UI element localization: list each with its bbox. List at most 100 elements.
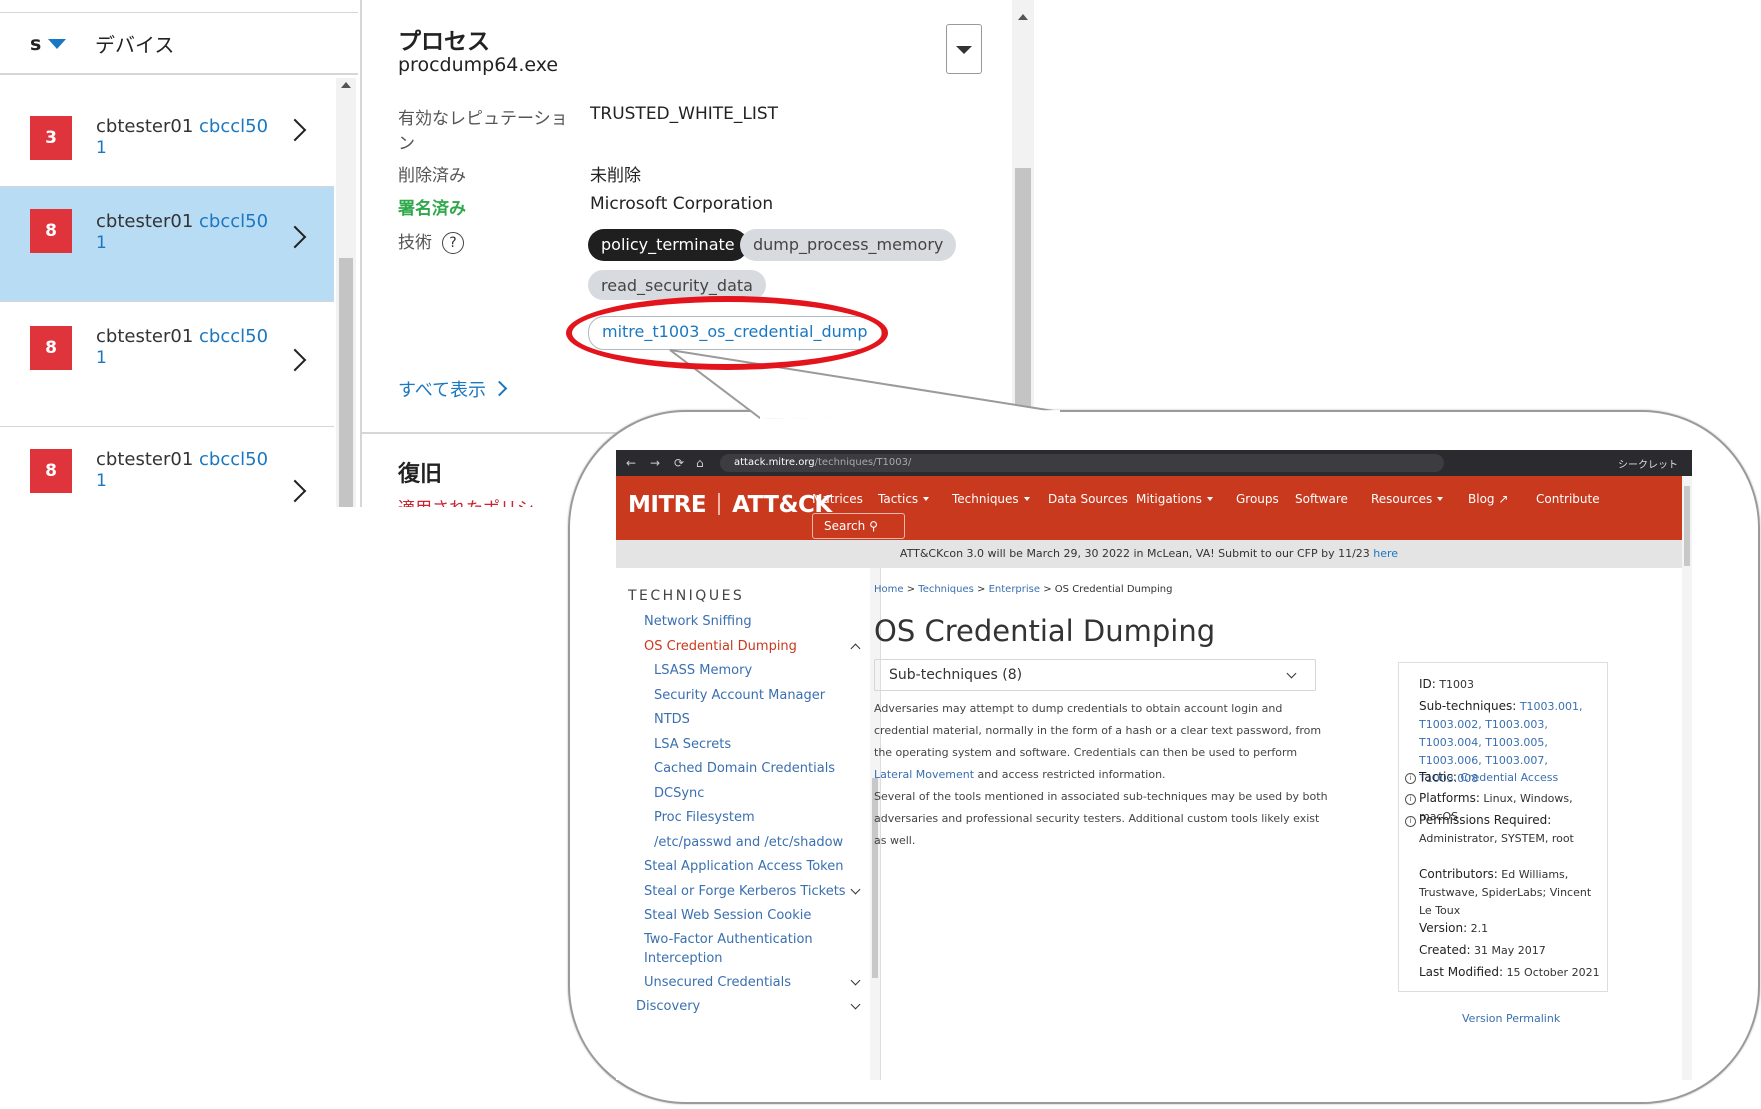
device-count: 1 [96,348,107,368]
description-paragraph-2: Several of the tools mentioned in associ… [874,790,1328,847]
card-version: Version: 2.1 [1419,921,1489,935]
card-tactic: Tactic: Credential Access [1419,770,1559,784]
breadcrumb-enterprise[interactable]: Enterprise [989,584,1040,595]
sidebar-subitem[interactable]: /etc/passwd and /etc/shadow [654,835,843,850]
chevron-down-icon[interactable] [850,975,861,986]
lateral-movement-link[interactable]: Lateral Movement [874,768,974,781]
sidebar-item[interactable]: Steal Web Session Cookie [644,908,811,923]
sidebar-subitem[interactable]: LSASS Memory [654,663,752,678]
device-column-header[interactable]: デバイス [95,29,174,58]
browser-toolbar: ← → ⟳ ⌂ attack.mitre.org/techniques/T100… [616,450,1692,476]
device-row[interactable]: 3 cbtester01 cbccl50 1 [0,86,334,187]
device-host-link[interactable]: cbccl50 [199,211,268,232]
chevron-right-icon[interactable] [283,118,307,142]
deleted-label: 削除済み [398,166,466,186]
sidebar-item[interactable]: Network Sniffing [644,614,752,629]
mitre-header: MITRE ATT&CK Matrices Tactics Techniques … [616,476,1682,540]
tag-policy-terminate[interactable]: policy_terminate [588,229,748,261]
device-row[interactable]: 8 cbtester01 cbccl50 1 [0,427,334,507]
sidebar-item-continued[interactable]: Interception [644,951,723,966]
breadcrumb-current: OS Credential Dumping [1054,584,1173,595]
device-list-scrollbar[interactable] [336,78,356,507]
scrollbar-thumb[interactable] [339,258,353,507]
sidebar-item[interactable]: Steal Application Access Token [644,859,843,874]
scrollbar-thumb[interactable] [1015,168,1031,418]
collapse-dropdown-button[interactable] [946,24,982,74]
techniques-sidebar: TECHNIQUES Network Sniffing OS Credentia… [616,568,864,1080]
device-user: cbtester01 cbccl50 [96,211,269,232]
sidebar-item-active[interactable]: OS Credential Dumping [644,639,797,654]
device-user: cbtester01 cbccl50 [96,326,269,347]
severity-column-header[interactable]: s [30,33,41,55]
sidebar-subitem[interactable]: Security Account Manager [654,688,825,703]
device-host-link[interactable]: cbccl50 [199,116,268,137]
sidebar-item[interactable]: Discovery [636,999,700,1014]
scrollbar-thumb[interactable] [1684,486,1690,566]
breadcrumb-techniques[interactable]: Techniques [918,584,974,595]
nav-blog[interactable]: Blog ↗ [1468,492,1508,506]
incognito-label[interactable]: シークレット [1618,456,1678,471]
sidebar-item[interactable]: Unsecured Credentials [644,975,791,990]
sidebar-subitem[interactable]: Proc Filesystem [654,810,755,825]
chevron-up-icon[interactable] [850,643,861,654]
mitre-attack-logo[interactable]: MITRE ATT&CK [628,492,832,518]
nav-software[interactable]: Software [1295,492,1348,506]
device-count: 1 [96,233,107,253]
technique-info-card: ID: T1003 Sub-techniques: T1003.001, T10… [1398,662,1608,992]
subtechniques-dropdown[interactable]: Sub-techniques (8) [874,659,1316,691]
device-host-link[interactable]: cbccl50 [199,449,268,470]
nav-data-sources[interactable]: Data Sources [1048,492,1128,506]
scroll-up-icon[interactable] [1018,14,1028,20]
info-icon[interactable]: i [1405,773,1416,784]
sidebar-subitem[interactable]: Cached Domain Credentials [654,761,835,776]
sidebar-subitem[interactable]: LSA Secrets [654,737,731,752]
process-section-title: プロセス [398,29,490,55]
tactic-link[interactable]: Credential Access [1460,771,1558,784]
reload-icon[interactable]: ⟳ [674,456,684,470]
sort-desc-icon[interactable] [48,39,66,49]
nav-mitigations[interactable]: Mitigations [1136,492,1213,506]
sidebar-item[interactable]: Two-Factor Authentication [644,932,813,947]
forward-icon[interactable]: → [650,456,660,470]
mitre-search-button[interactable]: Search ⚲ [812,513,905,539]
nav-contribute[interactable]: Contribute [1536,492,1600,506]
chevron-right-icon [491,380,508,397]
nav-matrices[interactable]: Matrices [812,492,863,506]
device-row[interactable]: 8 cbtester01 cbccl50 1 [0,302,334,427]
banner-link[interactable]: here [1373,547,1398,560]
sidebar-subitem[interactable]: DCSync [654,786,704,801]
device-host-link[interactable]: cbccl50 [199,326,268,347]
nav-tactics[interactable]: Tactics [878,492,930,506]
tag-dump-process-memory[interactable]: dump_process_memory [740,229,957,261]
back-icon[interactable]: ← [626,456,636,470]
info-icon[interactable]: i [1405,816,1416,827]
breadcrumb-home[interactable]: Home [874,584,904,595]
chevron-right-icon[interactable] [283,348,307,372]
device-row-selected[interactable]: 8 cbtester01 cbccl50 1 [0,187,334,302]
nav-techniques[interactable]: Techniques [952,492,1030,506]
help-icon[interactable]: ? [442,232,464,254]
device-user: cbtester01 cbccl50 [96,116,269,137]
severity-badge: 8 [30,449,72,493]
chevron-down-icon[interactable] [850,884,861,895]
show-all-link[interactable]: すべて表示 [398,376,508,402]
nav-resources[interactable]: Resources [1371,492,1444,506]
info-icon[interactable]: i [1405,794,1416,805]
caret-down-icon [956,46,972,54]
technique-label: 技術? [398,228,464,254]
address-bar[interactable]: attack.mitre.org/techniques/T1003/ [720,454,1444,472]
sidebar-title: TECHNIQUES [628,588,745,604]
version-permalink[interactable]: Version Permalink [1462,1012,1560,1025]
browser-scrollbar[interactable] [1682,476,1692,1080]
chevron-right-icon[interactable] [283,225,307,249]
card-permissions: Permissions Required: Administrator, SYS… [1419,813,1574,845]
sidebar-item[interactable]: Steal or Forge Kerberos Tickets [644,884,846,899]
chevron-down-icon[interactable] [850,999,861,1010]
chevron-right-icon[interactable] [283,479,307,503]
nav-groups[interactable]: Groups [1236,492,1279,506]
home-icon[interactable]: ⌂ [696,456,704,470]
applied-policy-label: 適用されたポリシ [398,494,534,507]
sidebar-subitem[interactable]: NTDS [654,712,690,727]
scroll-up-icon[interactable] [341,82,351,88]
severity-badge: 8 [30,326,72,370]
